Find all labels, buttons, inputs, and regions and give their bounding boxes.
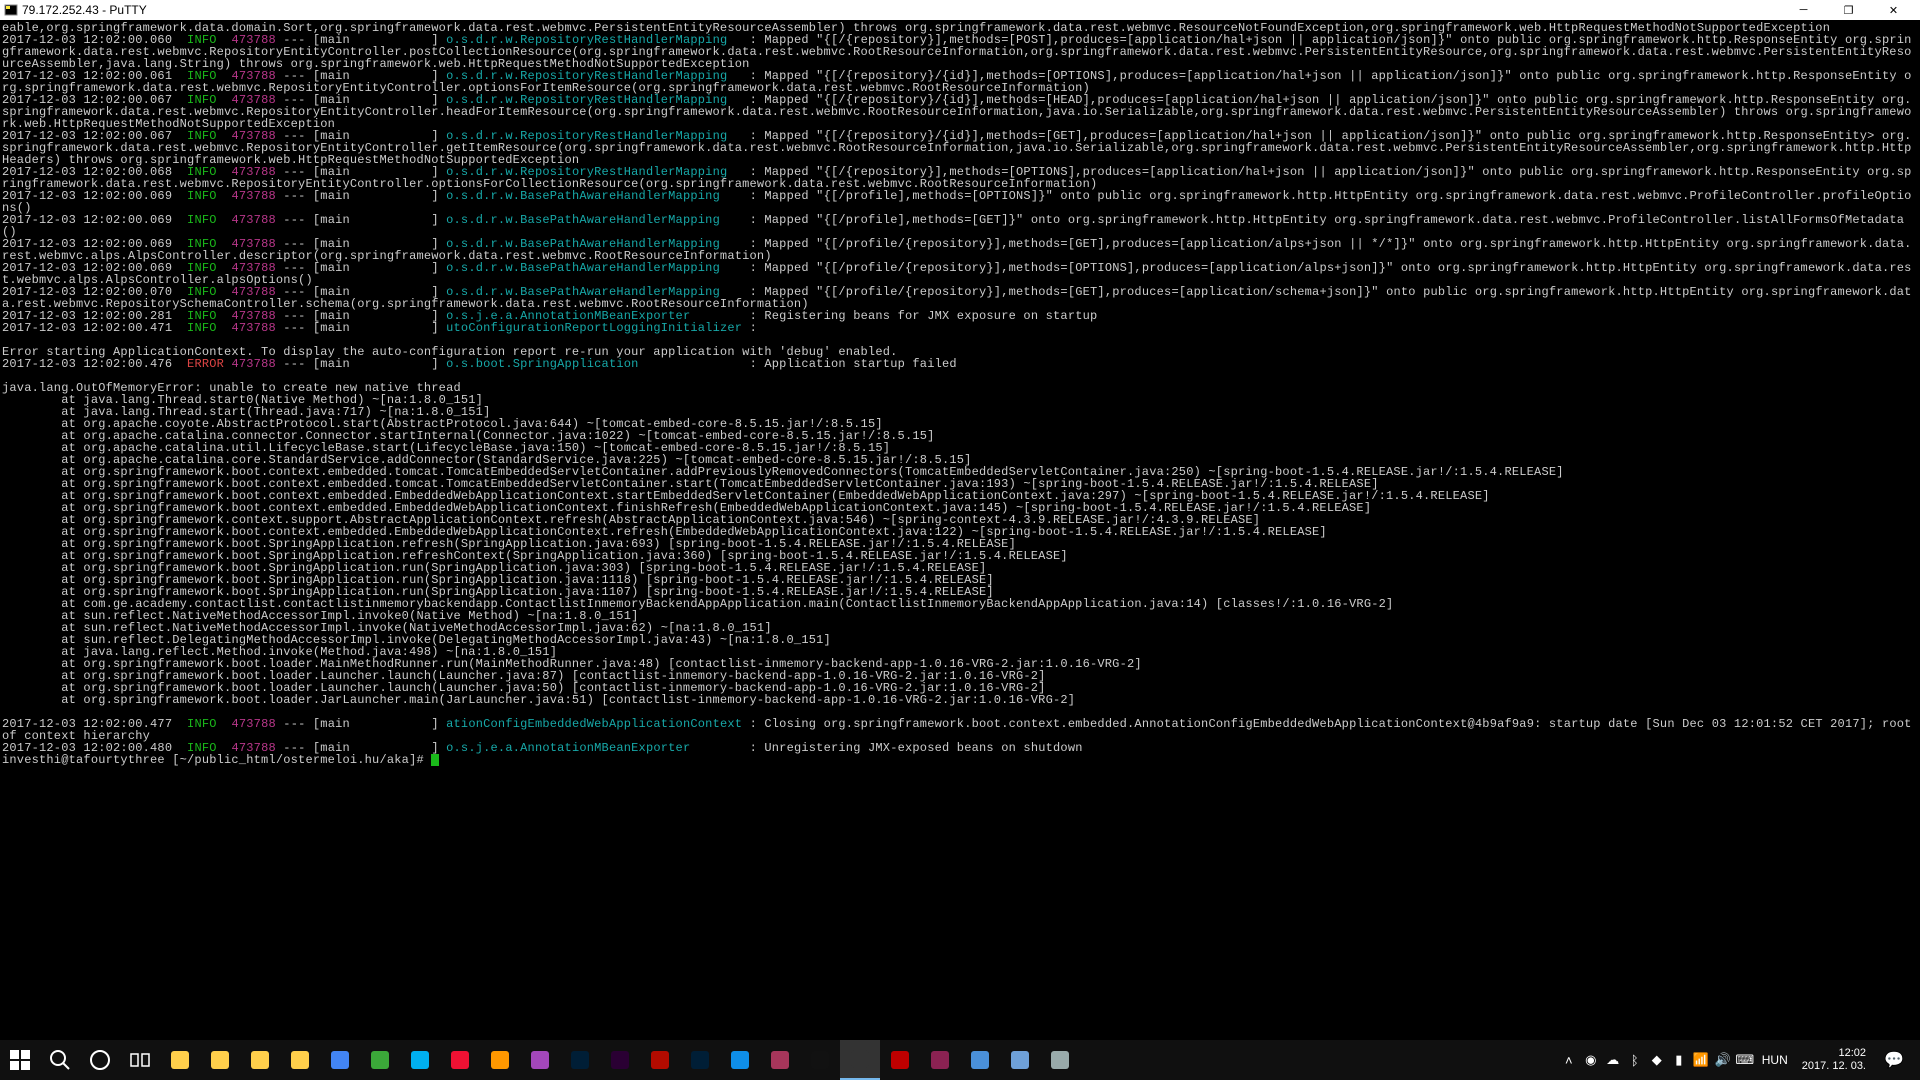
- taskbar-app-downloads[interactable]: [200, 1040, 240, 1080]
- tray-bluetooth-icon[interactable]: ᛒ: [1624, 1040, 1646, 1080]
- taskbar-app-skype[interactable]: [400, 1040, 440, 1080]
- taskbar-app-sublime[interactable]: [480, 1040, 520, 1080]
- terminal-output[interactable]: eable,org.springframework.data.domain.So…: [0, 20, 1920, 1040]
- taskbar-app-filezilla[interactable]: [880, 1040, 920, 1080]
- clock[interactable]: 12:02 2017. 12. 03.: [1794, 1047, 1874, 1073]
- taskbar-app-cloud[interactable]: [1040, 1040, 1080, 1080]
- window-titlebar[interactable]: 79.172.252.43 - PuTTY ─ ❐ ✕: [0, 0, 1920, 20]
- taskbar-app-taskview[interactable]: [120, 1040, 160, 1080]
- taskbar-app-photoshop[interactable]: [680, 1040, 720, 1080]
- taskbar-app-putty[interactable]: [840, 1040, 880, 1080]
- tray-antivirus-icon[interactable]: ◆: [1646, 1040, 1668, 1080]
- taskbar-app-pycharm[interactable]: [760, 1040, 800, 1080]
- tray-onedrive-icon[interactable]: ☁: [1602, 1040, 1624, 1080]
- taskbar-app-folder[interactable]: [240, 1040, 280, 1080]
- window-title: 79.172.252.43 - PuTTY: [22, 3, 1781, 17]
- tray-volume-icon[interactable]: 🔊: [1712, 1040, 1734, 1080]
- taskbar-app-premiere[interactable]: [600, 1040, 640, 1080]
- maximize-button[interactable]: ❐: [1826, 0, 1871, 20]
- taskbar-app-teamviewer[interactable]: [720, 1040, 760, 1080]
- taskbar-app-acrobat[interactable]: [640, 1040, 680, 1080]
- taskbar-app-jetbrains[interactable]: [520, 1040, 560, 1080]
- taskbar-app-search[interactable]: [40, 1040, 80, 1080]
- tray-show-hidden-icon[interactable]: ˄: [1558, 1040, 1580, 1080]
- taskbar-app-chrome[interactable]: [320, 1040, 360, 1080]
- taskbar-app-utorrent[interactable]: [360, 1040, 400, 1080]
- taskbar-app-folder2[interactable]: [280, 1040, 320, 1080]
- language-indicator[interactable]: HUN: [1756, 1053, 1794, 1067]
- taskbar-app-snip[interactable]: [920, 1040, 960, 1080]
- taskbar-app-lightroom[interactable]: [560, 1040, 600, 1080]
- taskbar-app-start[interactable]: [0, 1040, 40, 1080]
- taskbar-app-printer[interactable]: [1000, 1040, 1040, 1080]
- taskbar-app-ccleaner[interactable]: [440, 1040, 480, 1080]
- close-button[interactable]: ✕: [1871, 0, 1916, 20]
- minimize-button[interactable]: ─: [1781, 0, 1826, 20]
- tray-input-icon[interactable]: ⌨: [1734, 1040, 1756, 1080]
- taskbar-app-file-explorer[interactable]: [160, 1040, 200, 1080]
- tray-network-icon[interactable]: 📶: [1690, 1040, 1712, 1080]
- tray-battery-icon[interactable]: ▮: [1668, 1040, 1690, 1080]
- tray-people-icon[interactable]: ◉: [1580, 1040, 1602, 1080]
- taskbar-app-cmd[interactable]: [800, 1040, 840, 1080]
- action-center-icon[interactable]: 💬: [1874, 1040, 1914, 1080]
- taskbar: ˄ ◉ ☁ ᛒ ◆ ▮ 📶 🔊 ⌨ HUN 12:02 2017. 12. 03…: [0, 1040, 1920, 1080]
- taskbar-app-cortana[interactable]: [80, 1040, 120, 1080]
- taskbar-app-remote[interactable]: [960, 1040, 1000, 1080]
- putty-icon: [4, 3, 18, 17]
